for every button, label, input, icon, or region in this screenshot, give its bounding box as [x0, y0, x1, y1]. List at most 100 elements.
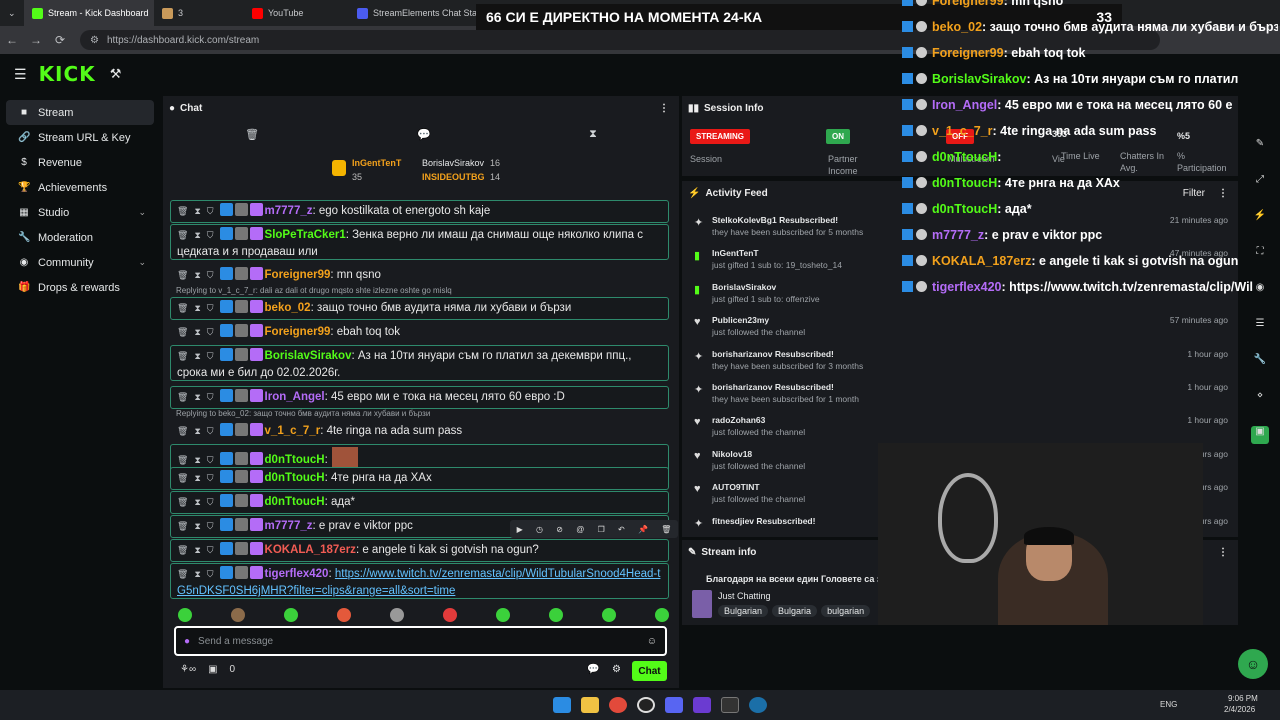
sidebar-item-stream[interactable]: ■ Stream	[6, 100, 154, 125]
chat-message[interactable]: 🗑 ⧗ ⛉ BorislavSirakov: Аз на 10ти януари съ…	[170, 345, 669, 381]
mic-icon[interactable]: ●	[184, 636, 190, 647]
emote-icon[interactable]	[443, 608, 457, 622]
chat-send-button[interactable]: Chat	[632, 661, 667, 681]
share-icon[interactable]: ⋄	[1251, 390, 1269, 408]
activity-filter[interactable]: Filter	[1183, 188, 1205, 199]
shield-icon[interactable]: ⛉	[207, 227, 214, 244]
chevron-down-icon[interactable]: ⌄	[138, 207, 146, 218]
sidebar-item-drops-rewards[interactable]: 🎁 Drops & rewards	[6, 275, 154, 300]
chat-username[interactable]: m7777_z	[265, 520, 313, 532]
trash-icon[interactable]: 🗑	[177, 389, 188, 406]
play-icon[interactable]: ▶	[517, 525, 523, 534]
trash-icon[interactable]: 🗑	[177, 348, 188, 365]
shield-icon[interactable]: ⛉	[207, 389, 214, 406]
chat-message[interactable]: 🗑 ⧗ ⛉ KOKALA_187erz: e angele ti kak si got…	[170, 539, 669, 562]
trash-icon[interactable]: 🗑	[177, 324, 188, 341]
chat-username[interactable]: Foreigner99	[265, 269, 331, 281]
bolt-shortcut-icon[interactable]: ⚡	[1251, 210, 1269, 228]
sidebar-item-achievements[interactable]: 🏆 Achievements	[6, 175, 154, 200]
browser-tab[interactable]: 3	[154, 0, 244, 26]
tray-time[interactable]: 9:06 PM	[1228, 694, 1258, 703]
app-icon[interactable]	[693, 697, 711, 713]
trash-icon[interactable]: 🗑	[245, 128, 259, 141]
chat-bubble-icon[interactable]: 💬	[417, 128, 431, 141]
mention-icon[interactable]: @	[576, 525, 584, 534]
hide-icon[interactable]: ⊘	[556, 525, 563, 534]
emote-icon[interactable]	[231, 608, 245, 622]
chat-message[interactable]: 🗑 ⧗ ⛉ tigerflex420: https://www.twitch.tv/z…	[170, 563, 669, 599]
tray-lang[interactable]: ENG	[1160, 700, 1177, 709]
chat-settings-icon[interactable]: 💬	[587, 664, 599, 675]
stream-tag[interactable]: Bulgarian	[718, 605, 769, 617]
shield-icon[interactable]: ⛉	[207, 267, 214, 284]
hourglass-icon[interactable]: ⧗	[194, 470, 200, 487]
shield-icon[interactable]: ⛉	[207, 470, 214, 487]
stream-info-more-icon[interactable]: ⋮	[1218, 547, 1228, 558]
chat-username[interactable]: tigerflex420	[265, 568, 329, 580]
delete-icon[interactable]: 🗑	[661, 525, 671, 534]
trash-icon[interactable]: 🗑	[177, 494, 188, 511]
sidebar-item-moderation[interactable]: 🔧 Moderation	[6, 225, 154, 250]
emote-icon[interactable]	[284, 608, 298, 622]
chat-username[interactable]: d0nTtoucH	[265, 472, 325, 484]
chat-username[interactable]: beko_02	[265, 302, 311, 314]
copy-icon[interactable]: ❐	[598, 525, 605, 534]
trash-icon[interactable]: 🗑	[177, 423, 188, 440]
chat-input[interactable]: ● Send a message ☺	[174, 626, 667, 656]
sidebar-item-stream-url-key[interactable]: 🔗 Stream URL & Key	[6, 125, 154, 150]
pin-icon[interactable]: 📌	[638, 525, 648, 534]
reload-icon[interactable]: ⟳	[48, 33, 72, 47]
chat-username[interactable]: d0nTtoucH	[265, 496, 325, 508]
forward-icon[interactable]: →	[24, 33, 48, 47]
emote-icon[interactable]	[178, 608, 192, 622]
trash-icon[interactable]: 🗑	[177, 300, 188, 317]
shield-icon[interactable]: ⛉	[207, 348, 214, 365]
list-icon[interactable]: ☰	[1251, 318, 1269, 336]
sidebar-item-studio[interactable]: ▦ Studio ⌄	[6, 200, 154, 225]
chat-message[interactable]: 🗑 ⧗ ⛉ d0nTtoucH: ада*	[170, 491, 669, 514]
chat-username[interactable]: Foreigner99	[265, 326, 331, 338]
stream-tag[interactable]: Bulgaria	[772, 605, 818, 617]
shield-icon[interactable]: ⛉	[207, 300, 214, 317]
broadcast-icon[interactable]: ◉	[1251, 282, 1269, 300]
trash-icon[interactable]: 🗑	[177, 542, 188, 559]
emote-icon[interactable]	[390, 608, 404, 622]
chat-username[interactable]: m7777_z	[265, 205, 313, 217]
browser-tab[interactable]: Stream - Kick Dashboard	[24, 0, 154, 26]
hourglass-icon[interactable]: ⧗	[194, 203, 200, 220]
hourglass-icon[interactable]: ⧗	[194, 300, 200, 317]
chat-username[interactable]: KOKALA_187erz	[265, 544, 356, 556]
chevron-down-icon[interactable]: ⌄	[138, 257, 146, 268]
tray-date[interactable]: 2/4/2026	[1224, 705, 1255, 714]
back-icon[interactable]: ←	[0, 33, 24, 47]
activity-item[interactable]: ✦ borisharizanov Resubscribed! they have b…	[690, 382, 1228, 414]
trash-icon[interactable]: 🗑	[177, 566, 188, 583]
hammer-icon[interactable]: ⚒	[110, 66, 122, 82]
chat-message[interactable]: 🗑 ⧗ ⛉ d0nTtoucH: 4те рнга на да ХАх	[170, 467, 669, 490]
tab-menu-button[interactable]: ⌄	[0, 0, 24, 26]
emote-icon[interactable]	[496, 608, 510, 622]
terminal-icon[interactable]	[721, 697, 739, 713]
chat-username[interactable]: d0nTtoucH	[265, 454, 325, 466]
connections-icon[interactable]: ⚘∞	[180, 664, 196, 675]
clock-icon[interactable]: ◷	[536, 525, 543, 534]
obs-icon[interactable]	[637, 697, 655, 713]
hourglass-icon[interactable]: ⧗	[194, 566, 200, 583]
chat-message[interactable]: 🗑 ⧗ ⛉ v_1_c_7_r: 4te ringa na ada sum pass	[170, 420, 669, 443]
activity-item[interactable]: ♥ Publicen23my just followed the channel 57…	[690, 315, 1228, 347]
chat-more-icon[interactable]: ⋮	[659, 103, 669, 114]
shield-icon[interactable]: ⛉	[207, 518, 214, 535]
activity-more-icon[interactable]: ⋮	[1218, 188, 1228, 199]
hourglass-icon[interactable]: ⧗	[194, 518, 200, 535]
shield-icon[interactable]: ⛉	[207, 423, 214, 440]
shield-icon[interactable]: ⛉	[207, 566, 214, 583]
sidebar-item-revenue[interactable]: $ Revenue	[6, 150, 154, 175]
chat-message[interactable]: 🗑 ⧗ ⛉ Foreigner99: mn qsno	[170, 264, 669, 287]
chat-username[interactable]: Iron_Angel	[265, 391, 325, 403]
green-shortcut-icon[interactable]: ▣	[1251, 426, 1269, 444]
hourglass-icon[interactable]: ⧗	[194, 542, 200, 559]
chat-username[interactable]: BorislavSirakov	[265, 350, 352, 362]
wrench-shortcut-icon[interactable]: 🔧	[1251, 354, 1269, 372]
emoji-icon[interactable]: ☺	[647, 636, 657, 647]
chat-message[interactable]: 🗑 ⧗ ⛉ SloPeTraCker1: Зенка верно ли имаш да…	[170, 224, 669, 260]
